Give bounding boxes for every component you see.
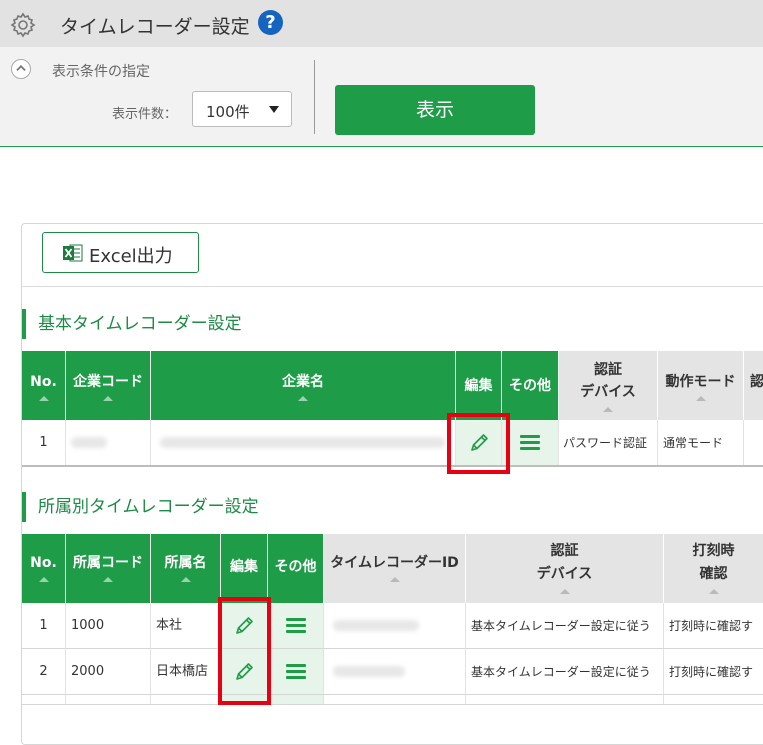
- col-header-company-name[interactable]: 企業名: [151, 351, 456, 420]
- filter-title[interactable]: 表示条件の指定: [52, 61, 150, 81]
- table-cell-company-code: [66, 420, 151, 466]
- dept-section-title: 所属別タイムレコーダー設定: [22, 492, 259, 522]
- table-cell-company-name: [151, 420, 456, 466]
- table-border: [22, 465, 763, 467]
- menu-icon[interactable]: [520, 434, 540, 451]
- count-select-value: 100件: [206, 103, 250, 121]
- table-cell-dept-name: 本社: [151, 603, 221, 649]
- highlight-box: [447, 413, 510, 474]
- title-bar: タイムレコーダー設定 ?: [0, 0, 763, 47]
- table-cell-no: 2: [22, 649, 66, 695]
- other-cell[interactable]: [502, 420, 559, 466]
- table-row: [151, 695, 221, 705]
- col-header-other: その他: [268, 534, 324, 603]
- excel-export-button[interactable]: Excel出力: [42, 232, 199, 273]
- table-row: [22, 695, 66, 705]
- page-title: タイムレコーダー設定: [60, 16, 250, 38]
- count-label: 表示件数：: [112, 107, 178, 122]
- table-cell-recorder-id: [324, 603, 466, 649]
- table-cell-dept-code: 2000: [66, 649, 151, 695]
- excel-export-label: Excel出力: [89, 246, 173, 267]
- col-header-auth-device[interactable]: 認証 デバイス: [466, 534, 664, 603]
- highlight-box: [218, 597, 271, 705]
- gear-icon[interactable]: [10, 12, 36, 38]
- table-cell-auth-device: 基本タイムレコーダー設定に従う: [466, 649, 664, 695]
- excel-icon: [63, 244, 83, 262]
- count-select[interactable]: 100件: [192, 91, 292, 127]
- col-header-edit: 編集: [456, 351, 502, 420]
- other-cell[interactable]: [268, 695, 324, 705]
- col-header-auth-device[interactable]: 認証 デバイス: [559, 351, 658, 420]
- table-cell-auth-device: 基本タイムレコーダー設定に従う: [466, 603, 664, 649]
- table-row: [66, 695, 151, 705]
- col-header-dept-name[interactable]: 所属名: [151, 534, 221, 603]
- table-row: [466, 695, 664, 705]
- table-row: [324, 695, 466, 705]
- table-cell-dept-name: 日本橋店: [151, 649, 221, 695]
- table-cell-stamp-confirm: 打刻時に確認す: [664, 603, 763, 649]
- col-header-cut[interactable]: 認: [744, 351, 763, 420]
- other-cell[interactable]: [268, 649, 324, 695]
- table-cell-no: 1: [22, 420, 66, 466]
- table-cell-no: 1: [22, 603, 66, 649]
- caret-down-icon: [269, 106, 279, 113]
- table-cell-auth-device: パスワード認証: [559, 420, 658, 466]
- col-header-no[interactable]: No.: [22, 351, 66, 420]
- show-button[interactable]: 表示: [335, 85, 535, 135]
- help-icon[interactable]: ?: [258, 10, 283, 35]
- chevron-up-icon[interactable]: [11, 59, 31, 79]
- table-cell-dept-code: 1000: [66, 603, 151, 649]
- divider: [22, 286, 763, 287]
- menu-icon[interactable]: [285, 617, 306, 634]
- table-cell-recorder-id: [324, 649, 466, 695]
- other-cell[interactable]: [268, 603, 324, 649]
- col-header-stamp-confirm[interactable]: 打刻時 確認: [664, 534, 763, 603]
- menu-icon[interactable]: [285, 663, 306, 680]
- table-cell-mode: 通常モード: [658, 420, 744, 466]
- col-header-no[interactable]: No.: [22, 534, 66, 603]
- col-header-company-code[interactable]: 企業コード: [66, 351, 151, 420]
- col-header-edit: 編集: [221, 534, 268, 603]
- table-row: [664, 695, 763, 705]
- table-cell-stamp-confirm: 打刻時に確認す: [664, 649, 763, 695]
- col-header-other: その他: [502, 351, 559, 420]
- divider: [314, 60, 315, 134]
- col-header-mode[interactable]: 動作モード: [658, 351, 744, 420]
- col-header-recorder-id[interactable]: タイムレコーダーID: [324, 534, 466, 603]
- table-cell-cut: [744, 420, 763, 466]
- basic-section-title: 基本タイムレコーダー設定: [22, 309, 242, 339]
- col-header-dept-code[interactable]: 所属コード: [66, 534, 151, 603]
